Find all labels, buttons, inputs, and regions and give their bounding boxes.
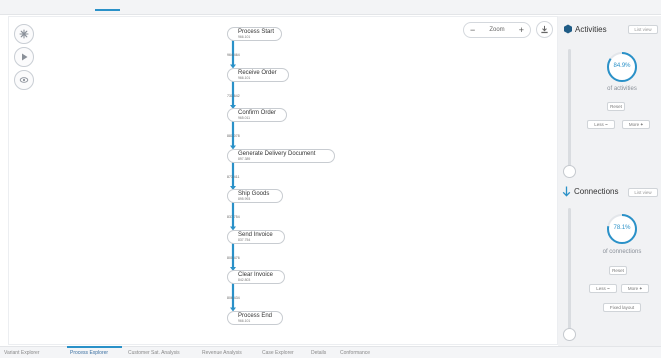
activity-node[interactable]: Confirm Order 965.011: [227, 108, 287, 122]
activity-count: 966.101: [238, 75, 251, 80]
arrow-down-icon: [562, 186, 571, 197]
connections-panel: Connections List view 78.1% of connectio…: [558, 180, 661, 346]
activities-percent: 84.9%: [613, 63, 631, 69]
activity-count: 842.803: [238, 278, 251, 282]
tab-case-explorer[interactable]: Case Explorer: [262, 350, 294, 356]
connections-title: Connections: [574, 187, 619, 196]
activity-node[interactable]: Clear Invoice 842.803: [227, 270, 285, 284]
zoom-out-button[interactable]: −: [470, 25, 475, 35]
connections-less-button[interactable]: Less −: [589, 284, 617, 293]
activity-node[interactable]: Process End 966.101: [227, 310, 283, 325]
connections-slider-track[interactable]: [568, 208, 571, 338]
plus-icon: +: [640, 122, 644, 127]
activity-count: 837.754: [238, 237, 251, 242]
activity-node[interactable]: Ship Goods 895.993: [227, 189, 283, 203]
download-button[interactable]: [536, 21, 553, 38]
activity-name: Process End: [238, 312, 273, 319]
activities-panel: Activities List view 84.9% of activities…: [558, 16, 661, 188]
active-tab-indicator: [67, 346, 122, 348]
activity-node[interactable]: Send Invoice 837.754: [227, 229, 285, 244]
activity-name: Send Invoice: [238, 231, 273, 238]
activities-more-button[interactable]: More +: [622, 120, 650, 129]
zoom-label: Zoom: [489, 27, 505, 33]
connections-list-view-button[interactable]: List view: [628, 188, 658, 197]
fixed-layout-button[interactable]: Fixed layout: [603, 303, 641, 312]
connections-subtitle: of connections: [602, 249, 642, 255]
plus-icon: +: [639, 286, 643, 291]
zoom-in-button[interactable]: +: [519, 25, 524, 35]
connections-reset-button[interactable]: Reset: [609, 266, 627, 275]
download-icon: [541, 25, 548, 34]
minus-icon: −: [607, 286, 610, 291]
activity-count: 966.101: [238, 35, 251, 39]
tab-revenue-analysis[interactable]: Revenue Analysis: [202, 350, 242, 356]
grid-icon: [19, 29, 29, 39]
process-canvas[interactable]: [8, 16, 558, 345]
activity-count: 966.101: [238, 318, 251, 323]
more-label: More: [627, 286, 639, 291]
connections-slider-thumb[interactable]: [563, 328, 576, 341]
zoom-control: − Zoom +: [463, 22, 531, 38]
activity-count: 895.993: [238, 197, 251, 201]
activities-title: Activities: [575, 25, 607, 34]
activities-subtitle: of activities: [607, 86, 637, 92]
activities-list-view-button[interactable]: List view: [628, 25, 658, 34]
top-bar: [0, 0, 661, 15]
activities-slider-track[interactable]: [568, 49, 571, 173]
eye-icon: [19, 77, 29, 83]
activity-node[interactable]: Generate Delivery Document 897.389: [227, 148, 335, 163]
tab-conformance[interactable]: Conformance: [340, 350, 370, 356]
view-toggle-button[interactable]: [14, 70, 34, 90]
minus-icon: −: [605, 122, 608, 127]
activity-count: 965.011: [238, 116, 251, 120]
hexagon-icon: [564, 24, 572, 34]
activity-name: Generate Delivery Document: [238, 150, 316, 157]
activities-slider-thumb[interactable]: [563, 165, 576, 178]
activities-reset-button[interactable]: Reset: [607, 102, 625, 111]
play-icon: [22, 53, 28, 61]
activities-less-button[interactable]: Less −: [587, 120, 615, 129]
connections-percent: 78.1%: [613, 225, 631, 231]
activity-node[interactable]: Process Start 966.101: [227, 27, 282, 41]
play-animation-button[interactable]: [14, 47, 34, 67]
activity-node[interactable]: Receive Order 966.101: [227, 67, 289, 82]
less-label: Less: [594, 122, 604, 127]
activity-count: 897.389: [238, 156, 251, 161]
tab-details[interactable]: Details: [311, 350, 326, 356]
activity-name: Receive Order: [238, 69, 277, 76]
layout-control-button[interactable]: [14, 24, 34, 44]
more-label: More: [628, 122, 640, 127]
tab-customer-sat-analysis[interactable]: Customer Sat. Analysis: [128, 350, 180, 356]
tab-process-explorer[interactable]: Process Explorer: [70, 350, 108, 356]
less-label: Less: [596, 286, 606, 291]
tab-variant-explorer[interactable]: Variant Explorer: [4, 350, 39, 356]
connections-more-button[interactable]: More +: [621, 284, 649, 293]
top-accent-line: [95, 9, 120, 11]
